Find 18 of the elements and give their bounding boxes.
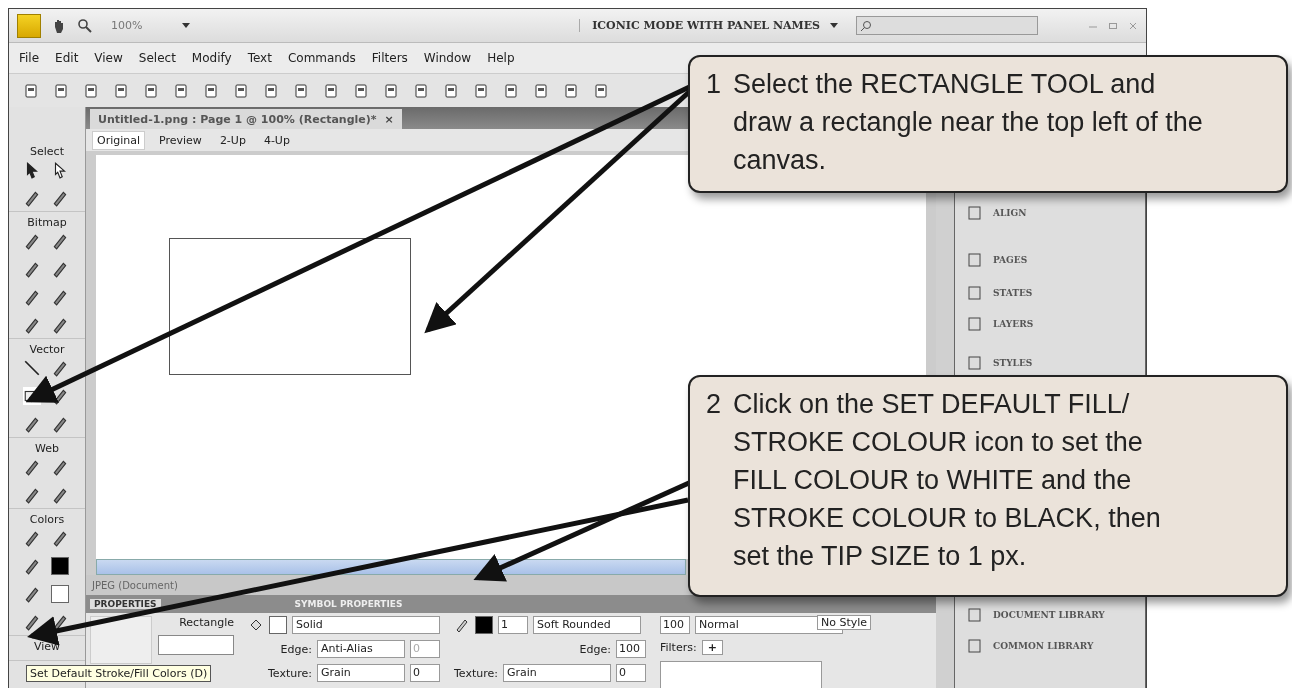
step-text: Click on the SET DEFAULT FILL/ STROKE COLOUR icon to set the FILL COLOUR to WHITE and the STROKE COLOUR to BLACK, then set the TIP SIZE to 1 px. xyxy=(733,388,1162,573)
section-label: View xyxy=(33,640,61,653)
step-text: Select the RECTANGLE TOOL and draw a rectangle near the top left of the canvas. xyxy=(733,68,1204,177)
field-label: Filters: xyxy=(660,641,697,654)
field-label: Texture: xyxy=(268,666,312,680)
object-type: Rectangle xyxy=(179,616,234,629)
section-label: Colors xyxy=(29,513,65,526)
section-label: Bitmap xyxy=(27,216,67,229)
field-label: Texture: xyxy=(454,666,498,680)
step-number: 2 xyxy=(706,388,722,421)
field-label: Edge: xyxy=(280,642,312,656)
field-label: Edge: xyxy=(579,642,611,656)
section-label: Vector xyxy=(29,343,65,356)
step-number: 1 xyxy=(706,68,722,101)
section-label: Select xyxy=(30,145,64,158)
section-label: Web xyxy=(35,442,59,455)
document-status: JPEG (Document) xyxy=(92,579,178,591)
tooltip: Set Default Stroke/Fill Colors (D) xyxy=(26,665,212,682)
